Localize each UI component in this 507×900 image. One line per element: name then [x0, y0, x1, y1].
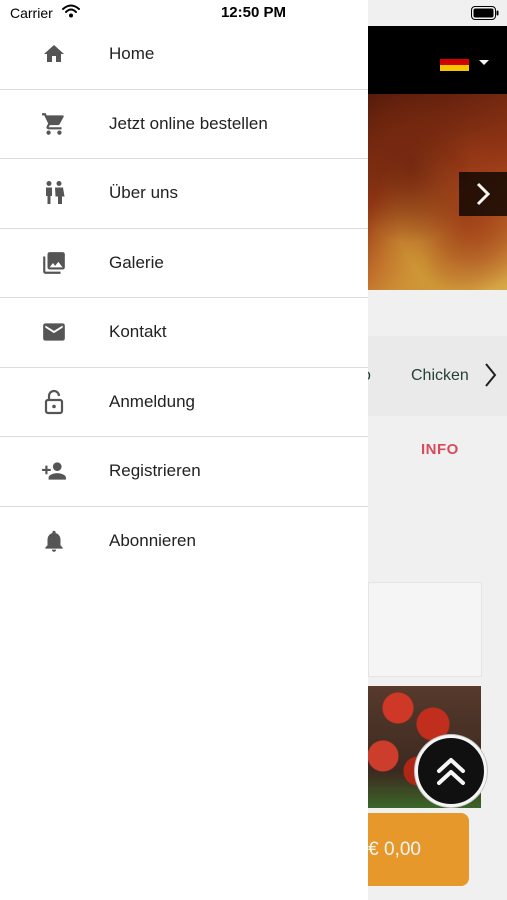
- drawer-item-label: Home: [109, 44, 155, 64]
- add-person-icon: [40, 457, 68, 485]
- drawer-item-home[interactable]: Home: [0, 20, 368, 90]
- drawer-item-contact[interactable]: Kontakt: [0, 298, 368, 368]
- drawer-item-label: Anmeldung: [109, 391, 196, 411]
- battery-icon: [471, 6, 499, 20]
- drawer-item-register[interactable]: Registrieren: [0, 437, 368, 507]
- mail-icon: [40, 318, 68, 346]
- drawer-item-order-online[interactable]: Jetzt online bestellen: [0, 90, 368, 159]
- cart-icon: [40, 110, 68, 138]
- drawer-item-label: Kontakt: [109, 322, 167, 342]
- drawer-item-label: Jetzt online bestellen: [109, 113, 268, 133]
- lock-icon: [40, 388, 68, 416]
- drawer-item-label: Registrieren: [109, 461, 201, 481]
- home-icon: [40, 40, 68, 68]
- status-time: 12:50 PM: [220, 4, 287, 21]
- drawer-item-label: Galerie: [109, 252, 164, 272]
- drawer-item-gallery[interactable]: Galerie: [0, 229, 368, 298]
- drawer-item-label: Über uns: [109, 183, 178, 203]
- bell-icon: [40, 527, 68, 555]
- navigation-drawer: Home Jetzt online bestellen Über uns Gal…: [0, 0, 368, 900]
- gallery-icon: [40, 249, 68, 277]
- drawer-item-label: Abonnieren: [109, 531, 196, 551]
- people-icon: [40, 179, 68, 207]
- drawer-item-login[interactable]: Anmeldung: [0, 368, 368, 437]
- drawer-item-about-us[interactable]: Über uns: [0, 159, 368, 229]
- status-bar: Carrier 12:50 PM: [0, 0, 507, 28]
- drawer-item-subscribe[interactable]: Abonnieren: [0, 507, 368, 577]
